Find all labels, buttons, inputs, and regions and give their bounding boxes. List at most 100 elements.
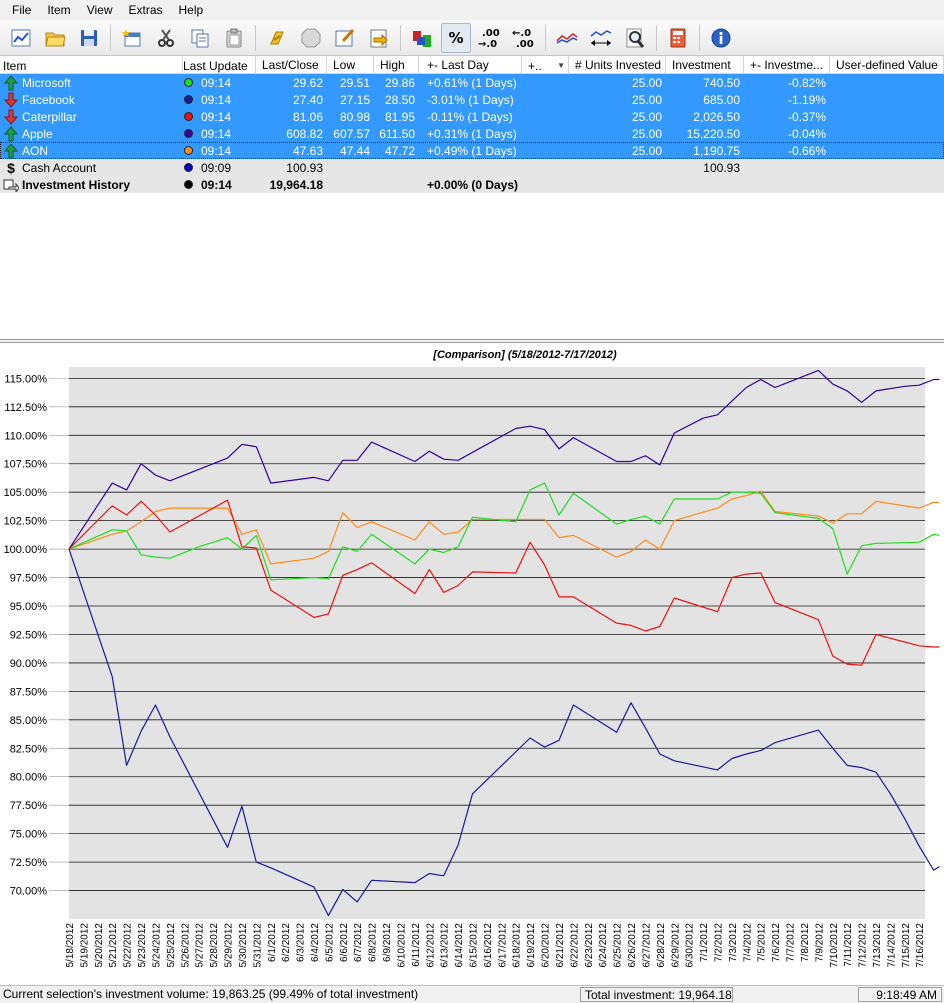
x-tick-label: 6/21/2012 <box>555 923 566 968</box>
y-tick-label: 80.00% <box>10 772 48 784</box>
cut-icon[interactable] <box>151 23 181 53</box>
column-header-low[interactable]: Low <box>327 56 374 73</box>
save-icon[interactable] <box>74 23 104 53</box>
chart-icon[interactable] <box>6 23 36 53</box>
dropdown-arrow-icon[interactable]: ▼ <box>557 61 565 70</box>
toolbar: % .00 →.0 ←.0.00 <box>0 20 944 56</box>
open-folder-icon[interactable] <box>40 23 70 53</box>
cell-investment: 100.93 <box>703 160 740 175</box>
column-header-last-day[interactable]: +- Last Day <box>419 56 522 73</box>
menu-view[interactable]: View <box>87 3 113 17</box>
info-button[interactable] <box>706 23 736 53</box>
table-row[interactable]: Investment History 09:14 19,964.18 +0.00% (… <box>0 176 944 193</box>
chart-range-button[interactable] <box>586 23 616 53</box>
table-row[interactable]: Microsoft 09:14 29.62 29.51 29.86 +0.61% (1 D… <box>0 74 944 91</box>
x-tick-label: 6/11/2012 <box>411 923 422 967</box>
x-tick-label: 5/21/2012 <box>108 923 119 968</box>
x-tick-label: 7/6/2012 <box>771 923 782 962</box>
x-tick-label: 6/17/2012 <box>497 923 508 968</box>
x-tick-label: 6/29/2012 <box>670 923 681 968</box>
series-color-dot <box>184 78 193 87</box>
trend-up-icon <box>3 142 19 159</box>
x-tick-label: 7/7/2012 <box>786 923 797 962</box>
svg-text:.00: .00 <box>516 39 534 49</box>
y-tick-label: 72.50% <box>10 857 48 869</box>
x-tick-label: 6/27/2012 <box>641 923 652 968</box>
table-row[interactable]: Facebook 09:14 27.40 27.15 28.50 -3.01% (1 Da… <box>0 91 944 108</box>
transfer-icon[interactable] <box>407 23 437 53</box>
table-row[interactable]: Apple 09:14 608.82 607.57 611.50 +0.31% (1 Da… <box>0 125 944 142</box>
x-tick-label: 5/19/2012 <box>79 923 90 968</box>
update-time: 09:14 <box>201 92 232 107</box>
menu-help[interactable]: Help <box>179 3 204 17</box>
delete-icon[interactable] <box>296 23 326 53</box>
toolbar-separator <box>656 24 657 51</box>
zoom-button[interactable] <box>620 23 650 53</box>
x-tick-label: 5/28/2012 <box>209 923 220 968</box>
menu-file[interactable]: File <box>12 3 31 17</box>
column-header-user-defined[interactable]: User-defined Value <box>830 56 944 73</box>
cell-last-day: +0.49% (1 Days) <box>427 143 517 158</box>
x-tick-label: 6/10/2012 <box>396 923 407 968</box>
column-header-change-dropdown[interactable]: +.. ▼ <box>522 56 569 73</box>
cell-last-close: 27.40 <box>292 92 323 107</box>
y-tick-label: 110.00% <box>4 430 47 442</box>
cell-item: Facebook <box>0 92 183 108</box>
cell-last-day: +0.00% (0 Days) <box>427 177 519 192</box>
series-color-dot <box>184 95 193 104</box>
cell-item: Caterpillar <box>0 109 183 125</box>
x-tick-label: 6/5/2012 <box>324 923 335 962</box>
cell-item: AON <box>0 142 183 159</box>
table-row[interactable]: AON 09:14 47.63 47.44 47.72 +0.49% (1 Days) 25… <box>0 142 944 159</box>
calculator-button[interactable] <box>663 23 693 53</box>
cell-last-day: -0.11% (1 Days) <box>427 109 513 124</box>
svg-text:→.0: →.0 <box>478 39 497 49</box>
cell-item: $ Cash Account <box>0 160 183 176</box>
info-icon <box>711 28 731 47</box>
column-header-investment-change[interactable]: +- Investme... <box>744 56 830 73</box>
item-name: Investment History <box>22 177 131 192</box>
column-header-last-close[interactable]: Last/Close <box>256 56 327 73</box>
new-item-icon[interactable] <box>117 23 147 53</box>
menu-item[interactable]: Item <box>47 3 70 17</box>
table-row[interactable]: Caterpillar 09:14 81.06 80.98 81.95 -0.11% (1… <box>0 108 944 125</box>
y-tick-label: 77.50% <box>10 800 48 812</box>
x-tick-label: 6/13/2012 <box>440 923 451 968</box>
column-header-high[interactable]: High <box>374 56 419 73</box>
comparison-chart-button[interactable] <box>552 23 582 53</box>
x-tick-label: 5/27/2012 <box>195 923 206 968</box>
cell-units: 25.00 <box>631 109 662 124</box>
column-header-last-update[interactable]: Last Update <box>183 56 256 73</box>
column-header-investment[interactable]: Investment <box>666 56 744 73</box>
table-body: Microsoft 09:14 29.62 29.51 29.86 +0.61% (1 D… <box>0 74 944 193</box>
x-tick-label: 6/18/2012 <box>512 923 523 968</box>
x-tick-label: 6/4/2012 <box>310 923 321 962</box>
edit-icon[interactable] <box>330 23 360 53</box>
paste-icon[interactable] <box>219 23 249 53</box>
cell-last-day: -3.01% (1 Days) <box>427 92 514 107</box>
copy-icon[interactable] <box>185 23 215 53</box>
x-tick-label: 5/18/2012 <box>65 923 76 968</box>
increase-decimals-button[interactable]: .00 →.0 <box>475 23 505 53</box>
import-icon[interactable] <box>364 23 394 53</box>
update-time: 09:14 <box>201 75 232 90</box>
x-tick-label: 6/24/2012 <box>598 923 609 968</box>
update-time: 09:14 <box>201 109 232 124</box>
x-tick-label: 5/23/2012 <box>137 923 148 968</box>
y-tick-label: 75.00% <box>10 829 48 841</box>
cell-low: 27.15 <box>339 92 370 107</box>
column-header-item[interactable]: Item <box>0 56 183 73</box>
percent-button[interactable]: % <box>441 22 471 53</box>
menu-extras[interactable]: Extras <box>128 3 162 17</box>
link-icon[interactable] <box>262 23 292 53</box>
decrease-decimals-button[interactable]: ←.0.00 <box>509 23 539 53</box>
column-header-units[interactable]: # Units Invested <box>569 56 666 73</box>
x-tick-label: 5/20/2012 <box>94 923 105 968</box>
cell-high: 611.50 <box>379 126 415 141</box>
table-row[interactable]: $ Cash Account 09:09 100.93 100.93 <box>0 159 944 176</box>
item-name: Cash Account <box>22 160 97 175</box>
x-tick-label: 6/20/2012 <box>541 923 552 968</box>
cell-last-close: 47.63 <box>292 143 323 158</box>
series-color-dot <box>184 146 193 155</box>
cell-high: 28.50 <box>384 92 415 107</box>
